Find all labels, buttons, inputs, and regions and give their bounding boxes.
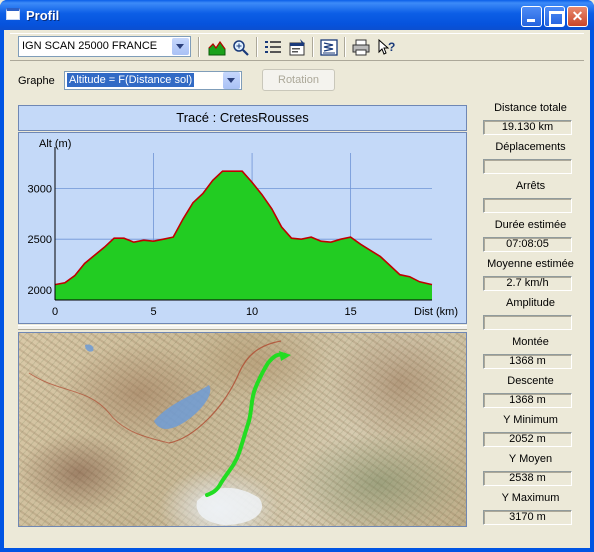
minimize-icon bbox=[522, 7, 541, 26]
profile-chart-svg: 2000 2500 3000 0 5 10 15 Alt (m) Dist (km) bbox=[28, 138, 458, 318]
stat-value: 07:08:05 bbox=[483, 237, 572, 252]
stat-label: Montée bbox=[512, 336, 549, 348]
profile-chart[interactable]: 2000 2500 3000 0 5 10 15 Alt (m) Dist (km) bbox=[18, 132, 467, 324]
profile-chart-icon bbox=[208, 40, 226, 56]
stat-value bbox=[483, 159, 572, 174]
graphe-select[interactable]: Altitude = F(Distance sol) bbox=[64, 71, 242, 90]
stat-label: Descente bbox=[507, 375, 554, 387]
stat-value: 1368 m bbox=[483, 354, 572, 369]
topographic-map[interactable] bbox=[18, 332, 467, 527]
track-end-arrow-icon bbox=[279, 351, 291, 361]
context-help-icon: ? bbox=[378, 39, 395, 55]
toolbar-separator bbox=[198, 37, 200, 57]
y-tick-label: 2000 bbox=[28, 285, 52, 297]
chevron-down-icon[interactable] bbox=[223, 72, 240, 89]
list-icon bbox=[265, 41, 281, 53]
y-tick-label: 2500 bbox=[28, 234, 52, 246]
altitude-area bbox=[55, 171, 432, 300]
graphe-label: Graphe bbox=[18, 75, 55, 87]
x-tick-label: 0 bbox=[52, 306, 58, 318]
stat-label: Déplacements bbox=[495, 141, 566, 153]
zoom-button[interactable] bbox=[230, 37, 252, 58]
stat-value: 2.7 km/h bbox=[483, 276, 572, 291]
stat-value bbox=[483, 198, 572, 213]
map-overlay bbox=[28, 340, 291, 525]
svg-text:?: ? bbox=[388, 40, 395, 54]
close-icon: ✕ bbox=[571, 8, 584, 24]
title-bar[interactable]: Profil ✕ bbox=[0, 0, 594, 30]
maximize-button[interactable] bbox=[544, 6, 565, 27]
properties-icon bbox=[289, 39, 305, 56]
x-axis-label: Dist (km) bbox=[414, 306, 458, 318]
stat-label: Y Moyen bbox=[508, 453, 553, 465]
map-lake bbox=[154, 385, 211, 429]
gps-track bbox=[205, 352, 287, 497]
y-axis-label: Alt (m) bbox=[39, 138, 71, 150]
graphe-select-value: Altitude = F(Distance sol) bbox=[65, 72, 196, 88]
stat-label: Arrêts bbox=[515, 180, 546, 192]
stat-label: Amplitude bbox=[506, 297, 555, 309]
stat-label: Y Minimum bbox=[503, 414, 558, 426]
y-tick-label: 3000 bbox=[28, 183, 52, 195]
stat-value: 3170 m bbox=[483, 510, 572, 525]
stat-value: 2538 m bbox=[483, 471, 572, 486]
print-icon bbox=[352, 39, 370, 56]
map-layer-value: IGN SCAN 25000 FRANCE bbox=[22, 40, 158, 52]
properties-button[interactable] bbox=[286, 37, 308, 58]
chevron-down-icon[interactable] bbox=[172, 38, 189, 55]
stat-label: Distance totale bbox=[494, 102, 567, 114]
maximize-icon bbox=[545, 7, 564, 26]
map-layer-select[interactable]: IGN SCAN 25000 FRANCE bbox=[18, 36, 191, 57]
close-button[interactable]: ✕ bbox=[567, 6, 588, 27]
print-button[interactable] bbox=[350, 37, 372, 58]
profil-window: Profil ✕ IGN SCAN 25000 FRANCE ? Graphe … bbox=[0, 0, 594, 552]
map-lake bbox=[85, 344, 94, 352]
chart-title: Tracé : CretesRousses bbox=[18, 105, 467, 131]
stat-value: 19.130 km bbox=[483, 120, 572, 135]
window-client-area: IGN SCAN 25000 FRANCE ? Graphe Altitude … bbox=[4, 30, 590, 548]
list-button[interactable] bbox=[262, 37, 284, 58]
context-help-button[interactable]: ? bbox=[376, 37, 398, 58]
stat-label: Moyenne estimée bbox=[487, 258, 574, 270]
stat-value: 2052 m bbox=[483, 432, 572, 447]
x-tick-label: 5 bbox=[150, 306, 156, 318]
stat-value bbox=[483, 315, 572, 330]
x-tick-label: 10 bbox=[246, 306, 258, 318]
rotation-button[interactable]: Rotation bbox=[262, 69, 335, 91]
window-title: Profil bbox=[26, 8, 60, 23]
toolbar: IGN SCAN 25000 FRANCE ? bbox=[10, 33, 584, 61]
profile-chart-button[interactable] bbox=[206, 37, 228, 58]
stat-label: Y Maximum bbox=[501, 492, 560, 504]
stat-value: 1368 m bbox=[483, 393, 572, 408]
zoom-icon bbox=[233, 40, 249, 56]
minimize-button[interactable] bbox=[521, 6, 542, 27]
toolbar-separator bbox=[344, 37, 346, 57]
x-tick-label: 15 bbox=[344, 306, 356, 318]
window-app-icon bbox=[6, 8, 20, 20]
toolbar-separator bbox=[312, 37, 314, 57]
map-road bbox=[168, 340, 282, 444]
toolbar-separator bbox=[256, 37, 258, 57]
map-road bbox=[28, 372, 170, 444]
pane-splitter[interactable] bbox=[18, 325, 467, 330]
stat-label: Durée estimée bbox=[494, 219, 567, 231]
export-icon bbox=[320, 39, 338, 56]
export-button[interactable] bbox=[318, 37, 340, 58]
